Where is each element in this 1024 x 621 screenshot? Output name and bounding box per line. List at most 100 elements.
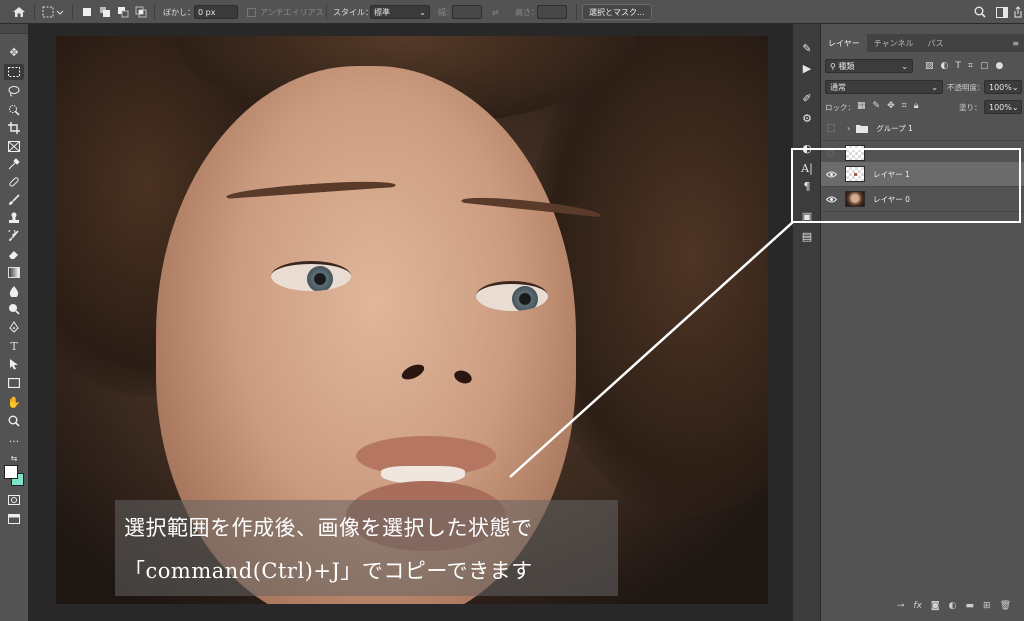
- select-and-mask-button[interactable]: 選択とマスク...: [582, 4, 652, 20]
- blur-icon[interactable]: [4, 283, 24, 299]
- adjustment-filter-icon[interactable]: ◐: [941, 61, 949, 71]
- rectangle-icon[interactable]: [4, 375, 24, 391]
- hand-icon[interactable]: ✋: [4, 394, 24, 410]
- eraser-icon[interactable]: [4, 246, 24, 262]
- swap-colors-icon[interactable]: ⇆: [4, 450, 24, 466]
- lock-transparent-icon[interactable]: ▦: [857, 101, 866, 111]
- filter-toggle-icon[interactable]: ●: [995, 61, 1003, 71]
- adjustments-icon[interactable]: ⚙: [799, 110, 815, 126]
- filter-value: 種類: [838, 61, 855, 71]
- new-layer-icon[interactable]: ⊞: [983, 601, 991, 611]
- quick-mask-icon[interactable]: [4, 492, 24, 508]
- tab-channels[interactable]: チャンネル: [867, 34, 921, 52]
- move-icon[interactable]: ✥: [4, 44, 24, 60]
- share-icon[interactable]: [1013, 0, 1023, 24]
- gradient-icon[interactable]: [4, 264, 24, 280]
- layer-name: グループ 1: [876, 123, 913, 133]
- pixel-filter-icon[interactable]: ▨: [925, 61, 934, 71]
- lock-position-icon[interactable]: ✥: [887, 101, 895, 111]
- folder-icon: [856, 124, 869, 133]
- feather-label: ぼかし：: [163, 7, 195, 17]
- callout-highlight: [791, 148, 1021, 223]
- fill-input[interactable]: 100% ⌄: [984, 100, 1022, 114]
- lock-label: ロック：: [825, 103, 855, 112]
- screen-mode-icon[interactable]: [4, 511, 24, 527]
- type-icon[interactable]: T: [4, 338, 24, 354]
- marquee-preset-icon[interactable]: [42, 0, 64, 24]
- feather-input[interactable]: 0 px: [194, 5, 238, 19]
- chevron-down-icon: ⌄: [901, 61, 908, 71]
- panel-dock: ✎ ▶ ✐ ⚙ ◐ A| ¶ ▣ ▤: [792, 24, 820, 621]
- more-tools-icon[interactable]: ···: [4, 433, 24, 449]
- subtract-selection-icon[interactable]: [117, 0, 129, 24]
- style-label: スタイル：: [333, 7, 373, 17]
- smart-filter-icon[interactable]: ▢: [980, 61, 989, 71]
- shape-filter-icon[interactable]: ⌗: [968, 61, 973, 71]
- fx-icon[interactable]: fx: [913, 601, 922, 611]
- pen-icon[interactable]: [4, 319, 24, 335]
- new-group-icon[interactable]: ▬: [966, 601, 975, 611]
- style-value: 標準: [374, 7, 390, 17]
- search-icon[interactable]: [974, 0, 986, 24]
- lock-image-icon[interactable]: ✎: [873, 101, 881, 111]
- crop-icon[interactable]: [4, 120, 24, 136]
- brush-icon[interactable]: [4, 192, 24, 208]
- lock-row: ロック： ▦ ✎ ✥ ⌗ 🔒︎ 塗り： 100% ⌄: [821, 97, 1024, 117]
- new-selection-icon[interactable]: [82, 0, 92, 24]
- fill-value: 100%: [989, 102, 1012, 112]
- link-icon[interactable]: ⊸: [897, 601, 905, 611]
- mask-icon[interactable]: ◙: [931, 601, 940, 611]
- path-select-icon[interactable]: [4, 356, 24, 372]
- history-brush-panel-icon[interactable]: ✎: [799, 40, 815, 56]
- options-bar: ぼかし： 0 px アンチエイリアス スタイル： 標準 ⌄ 幅： ⇄ 高さ： 選…: [0, 0, 1024, 24]
- add-selection-icon[interactable]: [99, 0, 111, 24]
- healing-brush-icon[interactable]: [4, 174, 24, 190]
- visibility-toggle[interactable]: [821, 116, 841, 141]
- trash-icon[interactable]: 🗑︎: [1000, 601, 1011, 611]
- actions-play-icon[interactable]: ▶: [799, 60, 815, 76]
- tab-layers[interactable]: レイヤー: [821, 34, 867, 52]
- chevron-down-icon: ⌄: [1011, 82, 1019, 92]
- chevron-right-icon[interactable]: ›: [847, 124, 850, 133]
- zoom-icon[interactable]: [4, 413, 24, 429]
- caption-line-2: 「command(Ctrl)+J」でコピーできます: [124, 559, 533, 583]
- filter-label: ⚲ 種類: [830, 61, 854, 72]
- width-input[interactable]: [452, 5, 482, 19]
- panel-tabs: レイヤー チャンネル パス ≡: [821, 34, 1024, 52]
- history-brush-icon[interactable]: [4, 228, 24, 244]
- style-select[interactable]: 標準 ⌄: [370, 5, 430, 19]
- stamp-icon[interactable]: [4, 210, 24, 226]
- foreground-color-front: [4, 465, 18, 479]
- filter-select[interactable]: ⚲ 種類 ⌄: [825, 59, 913, 73]
- quick-select-icon[interactable]: [4, 102, 24, 118]
- antialias-label: アンチエイリアス: [260, 7, 324, 17]
- eyedropper-icon[interactable]: [4, 156, 24, 172]
- toolbar: ✥ T ✋ ··· ⇆: [0, 24, 28, 621]
- dodge-icon[interactable]: [4, 301, 24, 317]
- height-input[interactable]: [537, 5, 567, 19]
- marquee-icon[interactable]: [4, 64, 24, 80]
- lock-icon[interactable]: 🔒︎: [914, 101, 919, 111]
- opacity-input[interactable]: 100% ⌄: [984, 80, 1022, 94]
- chevron-down-icon: ⌄: [1011, 102, 1019, 112]
- adjustment-layer-icon[interactable]: ◐: [949, 601, 957, 611]
- layers-panel: レイヤー チャンネル パス ≡ ⚲ 種類 ⌄ ▨ ◐ T ⌗ ▢ ● 通常 ⌄ …: [820, 24, 1024, 621]
- frame-icon[interactable]: [4, 138, 24, 154]
- layer-row-group[interactable]: › グループ 1: [821, 116, 1024, 141]
- antialias-checkbox[interactable]: [247, 0, 256, 24]
- blend-row: 通常 ⌄ 不透明度： 100% ⌄: [821, 77, 1024, 97]
- intersect-selection-icon[interactable]: [135, 0, 147, 24]
- swap-icon[interactable]: ⇄: [492, 0, 499, 24]
- panel-menu-icon[interactable]: ≡: [1012, 34, 1024, 52]
- blend-mode-value: 通常: [830, 82, 846, 92]
- type-filter-icon[interactable]: T: [955, 61, 961, 71]
- chevron-down-icon: ⌄: [931, 82, 938, 92]
- lock-artboard-icon[interactable]: ⌗: [902, 101, 907, 111]
- tab-paths[interactable]: パス: [921, 34, 951, 52]
- brush-settings-icon[interactable]: ✐: [799, 90, 815, 106]
- blend-mode-select[interactable]: 通常 ⌄: [825, 80, 943, 94]
- lasso-icon[interactable]: [4, 83, 24, 99]
- notes-icon[interactable]: ▤: [799, 228, 815, 244]
- home-icon[interactable]: [12, 0, 26, 24]
- workspace-icon[interactable]: [996, 0, 1008, 24]
